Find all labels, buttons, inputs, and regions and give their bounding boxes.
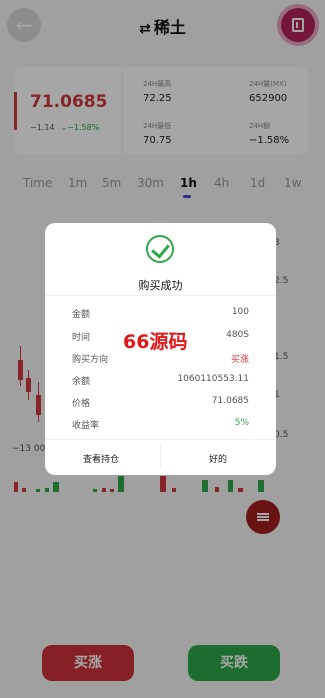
purchase-success-dialog: 购买成功 金额 100 时间 480S 购买方向 买涨 余额 106011055…	[45, 223, 276, 475]
ok-button[interactable]: 好的	[209, 452, 227, 465]
row-label-price: 价格	[72, 399, 91, 409]
view-positions-button[interactable]: 查看持仓	[83, 452, 119, 465]
row-value-time: 480S	[226, 330, 249, 340]
watermark: 66源码	[123, 331, 188, 353]
divider	[160, 445, 161, 467]
dialog-title: 购买成功	[138, 279, 183, 292]
check-circle-icon	[146, 235, 174, 263]
row-label-time: 时间	[72, 333, 91, 343]
row-value-price: 71.0685	[211, 396, 249, 406]
row-label-direction: 购买方向	[72, 355, 109, 365]
row-value-balance: 1060110553.11	[177, 374, 249, 384]
row-label-balance: 余额	[72, 377, 91, 387]
row-value-amount: 100	[231, 307, 249, 317]
row-label-amount: 金额	[72, 310, 91, 320]
row-value-yield: 5%	[234, 418, 249, 428]
row-value-direction: 买涨	[230, 355, 249, 365]
divider	[45, 439, 276, 440]
divider	[45, 295, 276, 296]
row-label-yield: 收益率	[72, 421, 100, 431]
